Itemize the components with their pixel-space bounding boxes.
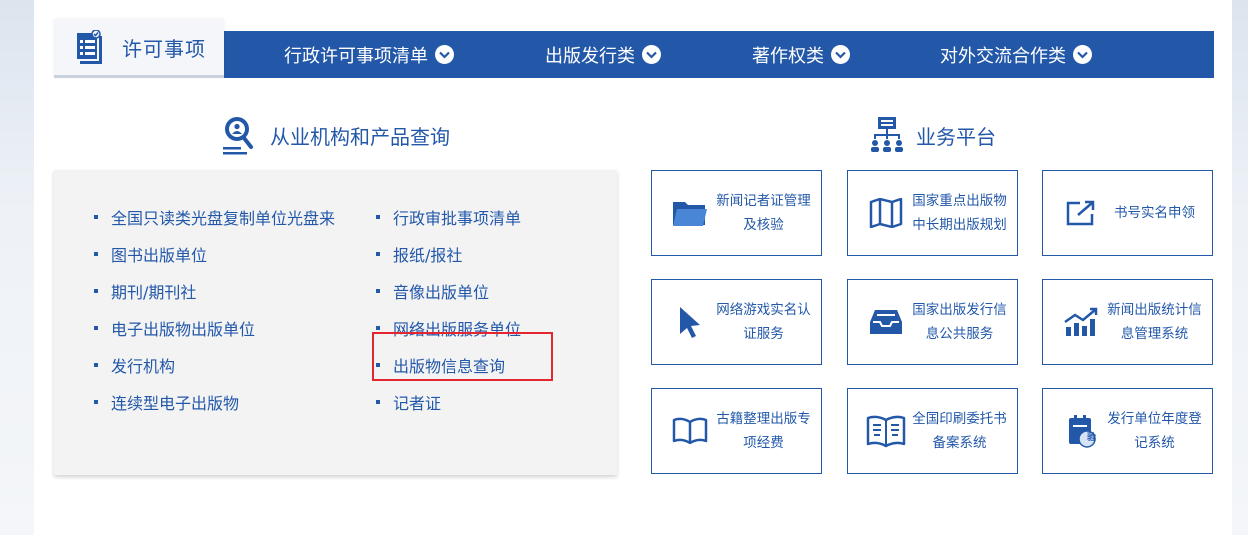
verify-badge-text: 验 (1087, 433, 1097, 443)
nav-item-admin-list[interactable]: 行政许可事项清单 (284, 31, 454, 78)
tile-label: 发行单位年度登记系统 (1107, 411, 1202, 451)
link-label: 电子出版物出版单位 (111, 319, 256, 339)
bullet (94, 214, 98, 219)
link-serial-e-publications[interactable]: 连续型电子出版物 (94, 383, 335, 420)
calendar-verify-icon: 验 (1061, 411, 1101, 451)
nav-item-label: 行政许可事项清单 (284, 45, 428, 67)
cursor-icon (670, 302, 710, 342)
nav-item-publishing[interactable]: 出版发行类 (545, 31, 661, 78)
tab-permits-label: 许可事项 (122, 37, 206, 61)
chevron-down-icon (642, 45, 661, 64)
tile-label: 全国印刷委托书备案系统 (912, 411, 1007, 451)
nav-item-label: 对外交流合作类 (940, 45, 1066, 67)
bullet (376, 399, 380, 404)
tile-key-publication-plan[interactable]: 国家重点出版物中长期出版规划 (847, 170, 1018, 256)
document-list-icon (75, 29, 102, 64)
link-column-1: 全国只读类光盘复制单位光盘来 图书出版单位 期刊/期刊社 电子出版物出版单位 发… (94, 198, 335, 420)
link-admin-approval-list[interactable]: 行政审批事项清单 (376, 198, 521, 235)
link-label: 连续型电子出版物 (111, 393, 240, 413)
link-label: 期刊/期刊社 (111, 282, 197, 302)
bullet (94, 399, 98, 404)
link-newspapers[interactable]: 报纸/报社 (376, 235, 521, 272)
external-link-icon (1061, 193, 1101, 233)
section-header-business-platform: 业务平台 (870, 116, 996, 154)
chevron-down-icon (831, 45, 850, 64)
bullet (376, 214, 380, 219)
tile-isbn-application[interactable]: 书号实名申领 (1042, 170, 1213, 256)
nav-item-label: 著作权类 (752, 45, 824, 67)
bullet (94, 325, 98, 330)
nav-item-label: 出版发行类 (545, 45, 635, 67)
section-title: 业务平台 (916, 124, 996, 149)
tile-publishing-info-service[interactable]: 国家出版发行信息公共服务 (847, 279, 1018, 365)
folder-icon (670, 193, 710, 233)
bullet (94, 362, 98, 367)
nav-item-foreign-exchange[interactable]: 对外交流合作类 (940, 31, 1092, 78)
print-book-icon (866, 411, 906, 451)
tile-label: 国家重点出版物中长期出版规划 (912, 193, 1007, 233)
bullet (376, 325, 380, 330)
tile-label: 国家出版发行信息公共服务 (912, 302, 1007, 342)
link-label: 全国只读类光盘复制单位光盘来 (111, 208, 336, 228)
link-periodicals[interactable]: 期刊/期刊社 (94, 272, 335, 309)
chevron-down-icon (435, 45, 454, 64)
tile-label: 网络游戏实名认证服务 (716, 302, 811, 342)
link-distributors[interactable]: 发行机构 (94, 346, 335, 383)
section-title: 从业机构和产品查询 (270, 124, 450, 149)
book-map-icon (866, 193, 906, 233)
bullet (376, 288, 380, 293)
link-label: 发行机构 (111, 356, 176, 376)
chart-icon (1061, 302, 1101, 342)
tile-printing-commission[interactable]: 全国印刷委托书备案系统 (847, 388, 1018, 474)
tile-label: 书号实名申领 (1114, 205, 1195, 221)
section-header-org-query: 从业机构和产品查询 (220, 114, 450, 156)
open-book-icon (670, 411, 710, 451)
page: 许可事项 行政许可事项清单 出版发行类 著作权类 对外交流合作类 从业机构和产品… (34, 0, 1232, 535)
tile-press-card-management[interactable]: 新闻记者证管理及核验 (651, 170, 822, 256)
link-label: 行政审批事项清单 (393, 208, 522, 228)
link-e-publishers[interactable]: 电子出版物出版单位 (94, 309, 335, 346)
search-person-icon (223, 117, 253, 155)
bullet (94, 251, 98, 256)
org-query-panel: 全国只读类光盘复制单位光盘来 图书出版单位 期刊/期刊社 电子出版物出版单位 发… (54, 170, 617, 475)
tile-label: 古籍整理出版专项经费 (716, 411, 811, 451)
tile-statistics-system[interactable]: 新闻出版统计信息管理系统 (1042, 279, 1213, 365)
highlight-box (372, 332, 553, 381)
link-column-2: 行政审批事项清单 报纸/报社 音像出版单位 网络出版服务单位 出版物信息查询 记… (376, 198, 521, 420)
link-book-publishers[interactable]: 图书出版单位 (94, 235, 335, 272)
tile-label: 新闻记者证管理及核验 (716, 193, 811, 233)
tile-game-realname-auth[interactable]: 网络游戏实名认证服务 (651, 279, 822, 365)
tile-label: 新闻出版统计信息管理系统 (1107, 302, 1202, 342)
org-chart-icon (871, 117, 903, 152)
nav-item-copyright[interactable]: 著作权类 (752, 31, 850, 78)
link-av-publishers[interactable]: 音像出版单位 (376, 272, 521, 309)
link-label: 记者证 (393, 393, 442, 413)
link-cd-replication[interactable]: 全国只读类光盘复制单位光盘来 (94, 198, 335, 235)
tile-distributor-annual-registration[interactable]: 验 发行单位年度登记系统 (1042, 388, 1213, 474)
link-label: 报纸/报社 (393, 245, 463, 265)
link-press-card[interactable]: 记者证 (376, 383, 521, 420)
bullet (94, 288, 98, 293)
bullet (376, 251, 380, 256)
chevron-down-icon (1073, 45, 1092, 64)
inbox-icon (866, 302, 906, 342)
link-label: 图书出版单位 (111, 245, 208, 265)
tile-ancient-books-fund[interactable]: 古籍整理出版专项经费 (651, 388, 822, 474)
link-label: 音像出版单位 (393, 282, 490, 302)
tab-permits[interactable]: 许可事项 (54, 20, 224, 78)
